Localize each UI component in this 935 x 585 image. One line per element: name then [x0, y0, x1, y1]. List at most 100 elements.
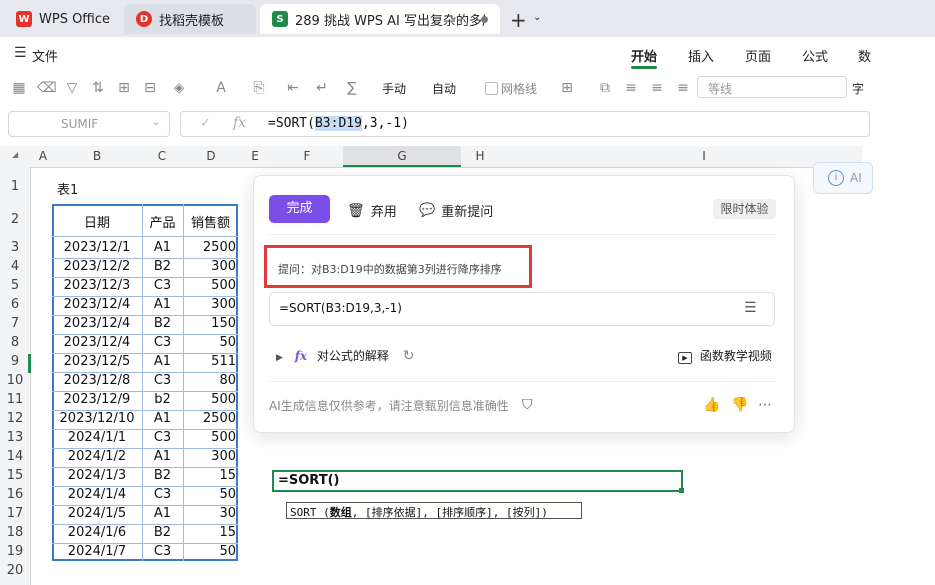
- fill-handle[interactable]: [679, 488, 684, 493]
- table-cell[interactable]: 2023/12/9: [52, 392, 142, 407]
- row-number[interactable]: 5: [0, 278, 30, 293]
- table-cell[interactable]: B2: [142, 316, 183, 331]
- auto-dropdown[interactable]: 自动: [432, 80, 456, 97]
- table-cell[interactable]: B2: [142, 525, 183, 540]
- table-cell[interactable]: b2: [142, 392, 183, 407]
- table-cell[interactable]: 30: [183, 506, 236, 521]
- ribbon-tab-page[interactable]: 页面: [745, 46, 771, 65]
- table-cell[interactable]: 2500: [183, 411, 236, 426]
- table-cell[interactable]: 2023/12/8: [52, 373, 142, 388]
- table-cell[interactable]: C3: [142, 335, 183, 350]
- table-cell[interactable]: 2023/12/1: [52, 240, 142, 255]
- table-cell[interactable]: 2023/12/5: [52, 354, 142, 369]
- table-cell[interactable]: 15: [183, 525, 236, 540]
- table-cell[interactable]: A1: [142, 506, 183, 521]
- col-i[interactable]: I: [696, 149, 712, 163]
- new-tab-icon[interactable]: +: [510, 8, 527, 32]
- sheet-title[interactable]: 表1: [57, 179, 78, 198]
- number-format-icon[interactable]: ▦: [10, 79, 28, 97]
- indent-icon[interactable]: ⇤: [284, 79, 302, 97]
- row-number[interactable]: 12: [0, 411, 30, 426]
- table-cell[interactable]: 2023/12/2: [52, 259, 142, 274]
- table-cell[interactable]: 2023/12/10: [52, 411, 142, 426]
- table-cell[interactable]: 2024/1/4: [52, 487, 142, 502]
- table-cell[interactable]: C3: [142, 373, 183, 388]
- row-number[interactable]: 15: [0, 468, 30, 483]
- wrap-icon[interactable]: ↵: [313, 79, 331, 97]
- col-f[interactable]: F: [299, 149, 315, 163]
- col-c[interactable]: C: [154, 149, 170, 163]
- table-cell[interactable]: B2: [142, 468, 183, 483]
- row-number[interactable]: 13: [0, 430, 30, 445]
- manual-dropdown[interactable]: 手动: [382, 80, 406, 97]
- table-cell[interactable]: 300: [183, 259, 236, 274]
- table-header-cell[interactable]: 销售额: [183, 212, 238, 231]
- row-number[interactable]: 3: [0, 240, 30, 255]
- tab-templates[interactable]: D 找稻壳模板: [124, 4, 256, 34]
- row-number[interactable]: 9: [0, 354, 30, 369]
- row-number[interactable]: 2: [0, 212, 30, 227]
- table-cell[interactable]: A1: [142, 297, 183, 312]
- table-cell[interactable]: 2023/12/4: [52, 335, 142, 350]
- select-all-icon[interactable]: ◢: [12, 150, 18, 159]
- table-cell[interactable]: A1: [142, 240, 183, 255]
- table-cell[interactable]: C3: [142, 278, 183, 293]
- settings-sliders-icon[interactable]: ☰: [744, 300, 757, 316]
- table-cell[interactable]: C3: [142, 544, 183, 559]
- ribbon-tab-home[interactable]: 开始: [631, 46, 657, 65]
- table-cell[interactable]: 300: [183, 449, 236, 464]
- row-number[interactable]: 10: [0, 373, 30, 388]
- table-header-cell[interactable]: 日期: [52, 212, 142, 231]
- table-cell[interactable]: B2: [142, 259, 183, 274]
- table-cell[interactable]: 150: [183, 316, 236, 331]
- reask-button[interactable]: 💬 重新提问: [419, 201, 493, 220]
- col-e[interactable]: E: [247, 149, 263, 163]
- table-cell[interactable]: 2500: [183, 240, 236, 255]
- file-menu[interactable]: 文件: [32, 46, 58, 65]
- border-icon[interactable]: ⊟: [141, 79, 159, 97]
- done-button[interactable]: 完成: [269, 195, 330, 223]
- tab-spreadsheet[interactable]: S 289 挑战 WPS AI 写出复杂的多层: [260, 4, 500, 34]
- formula-text[interactable]: =SORT(B3:D19,3,-1): [268, 116, 409, 131]
- ribbon-tab-insert[interactable]: 插入: [688, 46, 714, 65]
- col-h[interactable]: H: [472, 149, 488, 163]
- ribbon-tab-formula[interactable]: 公式: [802, 46, 828, 65]
- table-cell[interactable]: 500: [183, 430, 236, 445]
- table-cell[interactable]: A1: [142, 354, 183, 369]
- table-cell[interactable]: 2024/1/6: [52, 525, 142, 540]
- name-box[interactable]: SUMIF: [8, 111, 170, 137]
- table-cell[interactable]: 2023/12/4: [52, 297, 142, 312]
- thumbs-down-icon[interactable]: 👎: [731, 397, 748, 413]
- row-number[interactable]: 17: [0, 506, 30, 521]
- row-number[interactable]: 8: [0, 335, 30, 350]
- line-style-select[interactable]: 等线: [697, 76, 847, 98]
- col-b[interactable]: B: [89, 149, 105, 163]
- table-cell[interactable]: 500: [183, 278, 236, 293]
- tab-wps-office[interactable]: W WPS Office: [4, 4, 118, 34]
- table-cell[interactable]: 2023/12/3: [52, 278, 142, 293]
- col-a[interactable]: A: [35, 149, 51, 163]
- table-cell[interactable]: 50: [183, 544, 236, 559]
- table-cell[interactable]: 2024/1/1: [52, 430, 142, 445]
- row-number[interactable]: 6: [0, 297, 30, 312]
- row-number[interactable]: 4: [0, 259, 30, 274]
- fill-color-icon[interactable]: ◈: [170, 79, 188, 97]
- format-painter-icon[interactable]: ⎘: [250, 79, 268, 97]
- table-cell[interactable]: 500: [183, 392, 236, 407]
- explain-toggle[interactable]: ▶ fx 对公式的解释 ↻: [276, 347, 414, 364]
- row-number[interactable]: 19: [0, 544, 30, 559]
- ai-tip[interactable]: i AI: [813, 162, 873, 194]
- table-icon[interactable]: ⊞: [558, 79, 576, 97]
- gridlines-checkbox[interactable]: [485, 82, 498, 95]
- table-cell[interactable]: C3: [142, 430, 183, 445]
- check-icon[interactable]: ✓: [200, 116, 211, 131]
- align-right-icon[interactable]: ≡: [674, 79, 692, 97]
- table-cell[interactable]: A1: [142, 411, 183, 426]
- align-left-icon[interactable]: ≡: [622, 79, 640, 97]
- row-number[interactable]: 1: [0, 179, 30, 194]
- table-cell[interactable]: 300: [183, 297, 236, 312]
- calc-icon[interactable]: ∑: [343, 79, 361, 97]
- table-cell[interactable]: 50: [183, 335, 236, 350]
- table-cell[interactable]: C3: [142, 487, 183, 502]
- row-number[interactable]: 7: [0, 316, 30, 331]
